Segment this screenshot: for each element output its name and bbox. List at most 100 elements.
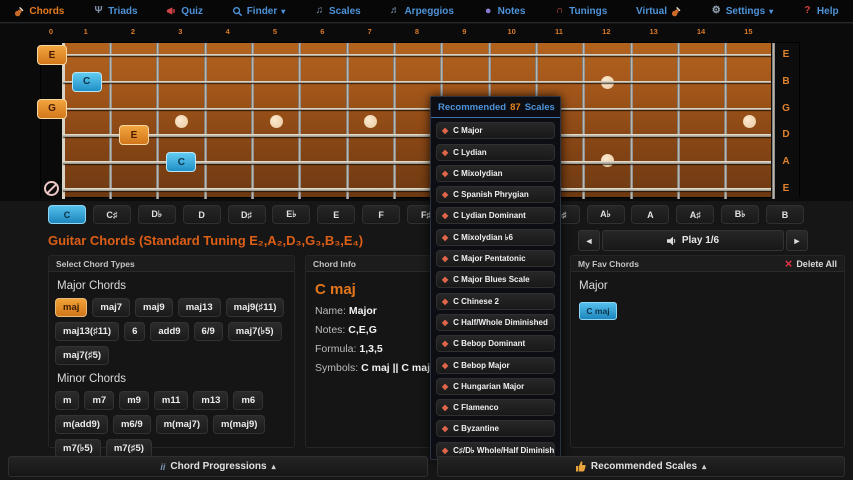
play-button[interactable]: Play 1/6 — [602, 230, 784, 251]
chord-type-button[interactable]: m11 — [154, 391, 189, 410]
note-marker[interactable]: G — [37, 99, 67, 119]
nav-item-quiz[interactable]: Quiz ▾ — [166, 6, 203, 17]
chord-type-button[interactable]: 6 — [124, 322, 145, 341]
chord-type-button[interactable]: m — [55, 391, 79, 410]
page-title: Guitar Chords (Standard Tuning E₂,A₂,D₃,… — [48, 233, 363, 248]
fret-wire — [772, 43, 775, 199]
note-button[interactable]: E♭ — [272, 205, 310, 224]
thumbs-up-icon — [576, 461, 586, 472]
diamond-icon: ◆ — [442, 211, 448, 220]
note-button[interactable]: A — [631, 205, 669, 224]
note-marker[interactable]: C — [166, 152, 196, 172]
gear-icon: ⚙ — [711, 6, 722, 17]
note-button[interactable]: B — [766, 205, 804, 224]
scale-item[interactable]: ◆ C Flamenco — [436, 399, 555, 416]
scale-item[interactable]: ◆ C Bebop Dominant — [436, 335, 555, 352]
scales-count: 87 — [510, 102, 521, 113]
scale-item[interactable]: ◆ C Mixolydian ♭6 — [436, 229, 555, 246]
music-notes-icon: ♫ — [314, 6, 325, 17]
scale-item[interactable]: ◆ C Major Pentatonic — [436, 250, 555, 267]
chord-type-button[interactable]: m(maj9) — [213, 415, 265, 434]
scale-item[interactable]: ◆ C Mixolydian — [436, 165, 555, 182]
note-marker[interactable]: E — [119, 125, 149, 145]
fret-number: 7 — [362, 27, 378, 36]
chord-type-button[interactable]: maj9(♯11) — [226, 298, 285, 317]
nav-item-help[interactable]: ? Help ▾ — [802, 6, 839, 17]
nav-item-finder[interactable]: Finder ▾ — [232, 6, 286, 17]
chord-type-button[interactable]: m(maj7) — [156, 415, 208, 434]
fret-wire — [109, 43, 112, 199]
nav-item-tunings[interactable]: ∩ Tunings ▾ — [554, 6, 607, 17]
chord-type-button[interactable]: maj7(♯5) — [55, 346, 109, 365]
note-button[interactable]: F — [362, 205, 400, 224]
nav-item-notes[interactable]: ● Notes ▾ — [483, 6, 526, 17]
scale-item[interactable]: ◆ C Byzantine — [436, 420, 555, 437]
chord-type-button[interactable]: m6 — [233, 391, 263, 410]
note-button[interactable]: D — [183, 205, 221, 224]
nav-item-chords[interactable]: Chords ▾ — [14, 6, 64, 17]
diamond-icon: ◆ — [442, 190, 448, 199]
note-marker[interactable]: E — [37, 45, 67, 65]
diamond-icon: ◆ — [442, 403, 448, 412]
recommended-scales-bar[interactable]: Recommended Scales ▴ — [437, 456, 845, 477]
chord-type-button[interactable]: m7 — [84, 391, 114, 410]
scale-item[interactable]: ◆ C Half/Whole Diminished — [436, 314, 555, 331]
scale-item[interactable]: ◆ C Major — [436, 122, 555, 139]
guitar-icon — [14, 6, 25, 17]
fret-wire — [393, 43, 396, 199]
note-button[interactable]: C♯ — [93, 205, 131, 224]
nav-item-arpeggios[interactable]: ♬ Arpeggios ▾ — [389, 6, 453, 17]
nav-item-virtual[interactable]: Virtual ▾ — [636, 6, 682, 17]
fav-chord-chip[interactable]: C maj — [579, 302, 617, 320]
nav-item-settings[interactable]: ⚙ Settings ▾ — [711, 6, 773, 17]
scale-item[interactable]: ◆ C Chinese 2 — [436, 293, 555, 310]
delete-all-button[interactable]: × Delete All — [785, 257, 837, 270]
next-chord-button[interactable]: ► — [786, 230, 808, 251]
question-icon: ? — [802, 6, 813, 17]
note-button[interactable]: C — [48, 205, 86, 224]
chord-type-button[interactable]: maj — [55, 298, 87, 317]
arpeggio-icon: ♬ — [389, 6, 400, 17]
note-button[interactable]: B♭ — [721, 205, 759, 224]
note-button[interactable]: A♭ — [587, 205, 625, 224]
chord-type-button[interactable]: maj7(♭5) — [228, 322, 282, 341]
chord-type-button[interactable]: m(add9) — [55, 415, 108, 434]
roman-numeral-icon: ii — [160, 462, 165, 472]
chord-type-button[interactable]: m9 — [119, 391, 149, 410]
chevron-down-icon: ▾ — [769, 7, 773, 16]
chord-type-button[interactable]: maj13 — [178, 298, 221, 317]
chord-progressions-bar[interactable]: ii Chord Progressions ▴ — [8, 456, 428, 477]
nav-item-scales[interactable]: ♫ Scales ▾ — [314, 6, 361, 17]
chord-type-button[interactable]: add9 — [150, 322, 188, 341]
scale-item[interactable]: ◆ C Spanish Phrygian — [436, 186, 555, 203]
magnifier-icon — [232, 6, 243, 17]
muted-string-icon[interactable] — [44, 181, 59, 196]
scale-item[interactable]: ◆ C Bebop Major — [436, 357, 555, 374]
chord-type-button[interactable]: m13 — [193, 391, 228, 410]
fret-wire — [582, 43, 585, 199]
note-button[interactable]: E — [317, 205, 355, 224]
chord-type-button[interactable]: maj7 — [92, 298, 130, 317]
fretboard[interactable]: EBGDAEECGEC — [40, 42, 800, 198]
inlay-dot — [175, 115, 188, 128]
string-label: B — [776, 76, 796, 87]
note-button[interactable]: A♯ — [676, 205, 714, 224]
scale-item[interactable]: ◆ C Lydian Dominant — [436, 207, 555, 224]
fretboard-stage: EBGDAEECGEC 0123456789101112131415 — [0, 24, 853, 201]
prev-chord-button[interactable]: ◄ — [578, 230, 600, 251]
chord-type-button[interactable]: maj9 — [135, 298, 173, 317]
scale-item[interactable]: ◆ C Major Blues Scale — [436, 271, 555, 288]
chord-type-button[interactable]: m6/9 — [113, 415, 151, 434]
notes-icon: ● — [483, 6, 494, 17]
chord-type-button[interactable]: maj13(♯11) — [55, 322, 119, 341]
panel-fav-chords: My Fav Chords × Delete All Major C maj — [570, 255, 845, 448]
panel-chord-types: Select Chord Types Major Chords majmaj7m… — [48, 255, 295, 448]
note-button[interactable]: D♯ — [228, 205, 266, 224]
nav-item-triads[interactable]: Ψ Triads ▾ — [93, 6, 137, 17]
nut — [62, 43, 65, 199]
note-marker[interactable]: C — [72, 72, 102, 92]
chord-type-button[interactable]: 6/9 — [194, 322, 223, 341]
scale-item[interactable]: ◆ C Lydian — [436, 144, 555, 161]
note-button[interactable]: D♭ — [138, 205, 176, 224]
scale-item[interactable]: ◆ C Hungarian Major — [436, 378, 555, 395]
